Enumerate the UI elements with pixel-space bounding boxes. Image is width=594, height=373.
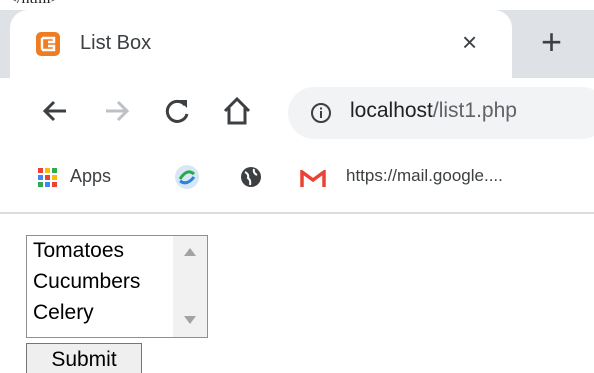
forward-arrow-icon[interactable] (100, 94, 134, 128)
bookmark-swirl-icon[interactable] (174, 164, 200, 190)
globe-icon[interactable] (240, 166, 262, 188)
url-host: localhost (350, 99, 433, 122)
bookmark-gmail[interactable]: https://mail.google.... (346, 166, 503, 186)
tab-list-box[interactable]: List Box × (10, 10, 512, 78)
site-info-icon[interactable] (310, 102, 332, 124)
tab-title: List Box (80, 32, 152, 54)
submit-button[interactable]: Submit (26, 343, 142, 373)
listbox-scrollbar[interactable] (173, 236, 207, 337)
url-text: localhost/list1.php (350, 99, 517, 123)
tab-close-icon[interactable]: × (462, 29, 477, 55)
listbox-option[interactable]: Celery (33, 299, 94, 327)
listbox-option[interactable]: Cucumbers (33, 268, 140, 296)
new-tab-button[interactable]: + (541, 24, 562, 60)
page-top-strip: </html> (0, 0, 594, 10)
apps-grid-icon (38, 168, 57, 187)
html-closing-tag-text: </html> (8, 0, 60, 8)
scroll-up-arrow-icon[interactable] (184, 248, 196, 256)
reload-icon[interactable] (160, 94, 194, 128)
home-icon[interactable] (220, 94, 254, 128)
browser-toolbar: localhost/list1.php (0, 78, 594, 148)
back-arrow-icon[interactable] (38, 94, 72, 128)
page-content: Tomatoes Cucumbers Celery Submit (0, 214, 594, 373)
listbox-option[interactable]: Tomatoes (33, 237, 124, 265)
tab-bar: List Box × + (0, 10, 594, 78)
bookmark-apps[interactable]: Apps (70, 166, 111, 187)
vegetable-listbox[interactable]: Tomatoes Cucumbers Celery (26, 235, 208, 338)
scroll-down-arrow-icon[interactable] (184, 316, 196, 324)
xampp-favicon-icon (36, 32, 60, 56)
url-path: /list1.php (432, 99, 517, 122)
bookmarks-bar: Apps https://mail.google.... (0, 148, 594, 212)
address-bar[interactable]: localhost/list1.php (288, 87, 594, 139)
gmail-icon[interactable] (300, 170, 326, 188)
